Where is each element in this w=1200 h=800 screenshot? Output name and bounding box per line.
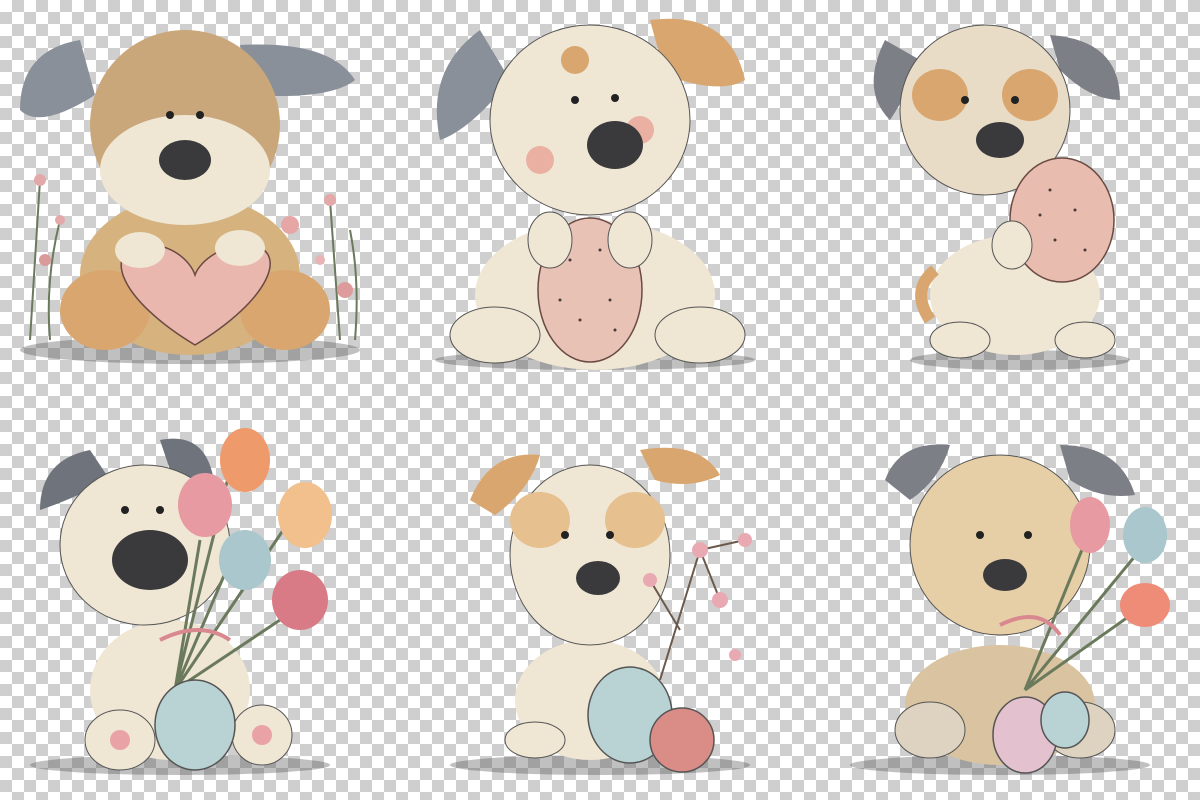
right-ear: [640, 447, 720, 484]
head: [509, 464, 671, 646]
egg-icon: [1040, 691, 1090, 749]
puppy-tulips-illustration: [30, 428, 332, 775]
puppy-with-tulips-and-eggs: [800, 400, 1200, 800]
puppy-blossoms-illustration: [450, 447, 752, 775]
right-foot: [654, 306, 746, 364]
tulip-icon: [178, 473, 232, 537]
puppy-with-speckled-egg: [400, 0, 800, 400]
left-eye-patch: [912, 69, 968, 121]
right-front-paw: [215, 230, 265, 266]
nose: [976, 122, 1024, 158]
blossom-icon: [729, 649, 741, 661]
left-front-paw: [527, 211, 573, 269]
egg-icon: [154, 679, 236, 771]
tulip-icon: [1120, 583, 1170, 627]
head-spot: [561, 46, 589, 74]
right-eye: [606, 531, 614, 539]
left-eye: [976, 531, 984, 539]
left-cheek: [526, 146, 554, 174]
right-face-patch: [605, 492, 665, 548]
right-eye: [196, 111, 204, 119]
left-eye: [571, 96, 579, 104]
left-ear: [20, 40, 95, 118]
blossom-icon: [281, 216, 299, 234]
puppy-egg-illustration: [435, 18, 755, 370]
left-foot: [894, 701, 966, 759]
tulip-icon: [1123, 507, 1167, 563]
right-front-paw: [607, 211, 653, 269]
right-ear: [1060, 445, 1135, 496]
right-eye: [156, 506, 164, 514]
left-eye: [166, 111, 174, 119]
puppy-with-blossoms-and-eggs: [400, 400, 800, 800]
right-foot-pad: [252, 725, 272, 745]
left-eye: [961, 96, 969, 104]
left-front-paw: [991, 220, 1033, 270]
tulip-icon: [220, 428, 270, 492]
clipart-sheet: [0, 0, 1200, 800]
blossom-icon: [643, 573, 657, 587]
egg-icon: [1009, 157, 1115, 283]
blossom-icon: [712, 592, 728, 608]
left-face-patch: [510, 492, 570, 548]
tulip-icon: [219, 530, 271, 590]
puppy-tulips-eggs-illustration: [850, 444, 1170, 775]
left-foot: [504, 721, 566, 759]
tulip-icon: [1070, 497, 1110, 553]
left-eye: [121, 506, 129, 514]
right-foot: [1054, 321, 1116, 359]
head: [489, 24, 691, 216]
nose: [576, 561, 620, 595]
left-foot: [449, 306, 541, 364]
left-foot-pad: [110, 730, 130, 750]
right-eye: [1011, 96, 1019, 104]
puppy-with-tulips-and-egg: [0, 400, 400, 800]
left-foot: [929, 321, 991, 359]
egg-icon: [649, 707, 715, 773]
puppy-with-heart: [0, 0, 400, 400]
right-eye: [1024, 531, 1032, 539]
right-eye-patch: [1002, 69, 1058, 121]
blossom-icon: [738, 533, 752, 547]
nose: [159, 140, 211, 180]
tulip-icon: [272, 570, 328, 630]
tulip-icon: [278, 482, 332, 548]
left-eye: [561, 531, 569, 539]
nose: [112, 530, 188, 590]
head: [909, 454, 1091, 636]
right-eye: [611, 94, 619, 102]
puppy-holding-egg: [800, 0, 1200, 400]
puppy-heart-illustration: [20, 30, 360, 364]
nose: [587, 121, 643, 169]
puppy-holding-egg-illustration: [873, 24, 1130, 370]
left-front-paw: [115, 232, 165, 268]
nose: [983, 559, 1027, 591]
blossom-icon: [692, 542, 708, 558]
